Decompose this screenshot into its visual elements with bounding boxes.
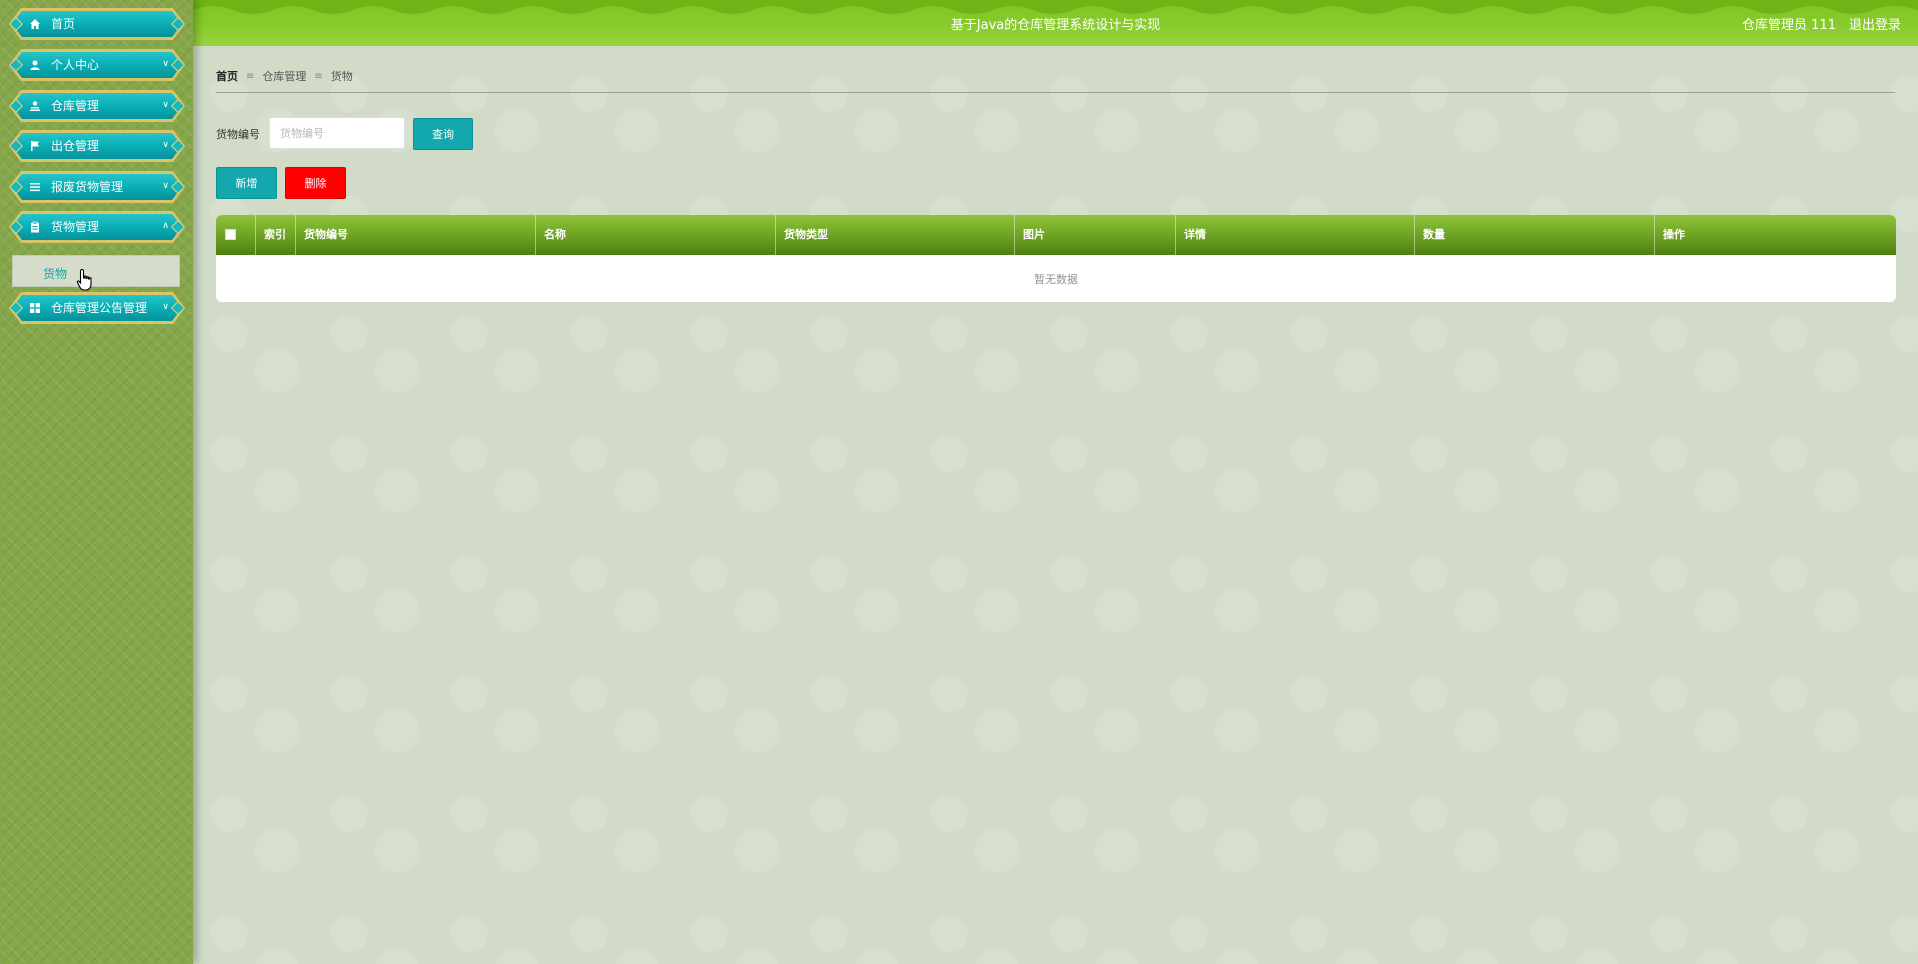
breadcrumb-separator-icon: ≡ [314, 70, 323, 82]
sidebar-item-label: 报废货物管理 [51, 180, 124, 194]
breadcrumb: 首页 ≡ 仓库管理 ≡ 货物 [216, 68, 353, 84]
select-all-header [216, 215, 256, 255]
sidebar-item-home[interactable]: 首页 [8, 8, 186, 40]
delete-button[interactable]: 删除 [285, 167, 346, 199]
goods-number-input[interactable] [269, 117, 405, 149]
submenu-item-goods[interactable]: 货物 [12, 255, 180, 287]
column-header-index: 索引 [256, 215, 296, 255]
breadcrumb-item-home[interactable]: 首页 [216, 68, 238, 84]
sidebar-item-label: 仓库管理 [51, 99, 100, 113]
search-label: 货物编号 [216, 128, 260, 141]
chevron-down-icon: ∨ [162, 59, 169, 69]
chevron-down-icon: ∨ [162, 302, 169, 312]
chevron-down-icon: ∨ [162, 140, 169, 150]
sidebar-item-label: 首页 [51, 17, 76, 31]
query-button[interactable]: 查询 [413, 118, 473, 150]
app-title: 基于Java的仓库管理系统设计与实现 [950, 18, 1161, 33]
sidebar-item-scrapped[interactable]: 报废货物管理 ∨ [8, 171, 186, 203]
breadcrumb-item-goods: 货物 [330, 70, 353, 83]
sidebar-item-label: 出仓管理 [51, 139, 100, 153]
flag-icon [29, 140, 41, 152]
home-icon [29, 18, 41, 30]
breadcrumb-item-warehouse: 仓库管理 [262, 70, 307, 83]
goods-table: 索引 货物编号 名称 货物类型 图片 详情 数量 操作 暂无数据 [216, 215, 1896, 302]
main-content: 首页 ≡ 仓库管理 ≡ 货物 货物编号 查询 新增 删除 索引 货物编号 名称 … [193, 46, 1918, 964]
select-all-checkbox[interactable] [225, 229, 236, 240]
logout-link[interactable]: 退出登录 [1849, 14, 1901, 33]
sidebar-item-label: 货物管理 [51, 220, 100, 234]
column-header-name: 名称 [536, 215, 776, 255]
sidebar-item-label: 仓库管理公告管理 [51, 301, 148, 315]
table-header: 索引 货物编号 名称 货物类型 图片 详情 数量 操作 [216, 215, 1896, 255]
column-header-goods-number: 货物编号 [296, 215, 536, 255]
sidebar-item-outbound[interactable]: 出仓管理 ∨ [8, 130, 186, 162]
clipboard-icon [29, 221, 41, 233]
empty-state-text: 暂无数据 [1034, 273, 1078, 286]
warehouse-icon [29, 100, 41, 112]
chevron-down-icon: ∨ [162, 181, 169, 191]
breadcrumb-separator-icon: ≡ [246, 70, 255, 82]
grid-icon [29, 302, 41, 314]
current-user: 仓库管理员 111 [1742, 18, 1836, 33]
breadcrumb-divider [216, 92, 1895, 93]
column-header-details: 详情 [1176, 215, 1415, 255]
add-button[interactable]: 新增 [216, 167, 277, 199]
submenu-item-label: 货物 [43, 267, 68, 281]
list-icon [29, 181, 41, 193]
column-header-goods-type: 货物类型 [776, 215, 1015, 255]
sidebar: 首页 个人中心 ∨ 仓库管理 ∨ 出仓管理 ∨ 报废货物管理 ∨ 货物管理 ∧ … [0, 0, 193, 964]
chevron-down-icon: ∨ [162, 100, 169, 110]
user-icon [29, 59, 41, 71]
sidebar-item-label: 个人中心 [51, 58, 100, 72]
hand-cursor-icon [76, 268, 92, 291]
sidebar-item-announcement[interactable]: 仓库管理公告管理 ∨ [8, 292, 186, 324]
column-header-actions: 操作 [1663, 228, 1685, 241]
sidebar-item-personal[interactable]: 个人中心 ∨ [8, 49, 186, 81]
column-header-quantity: 数量 [1415, 215, 1655, 255]
sidebar-item-goods[interactable]: 货物管理 ∧ [8, 211, 186, 243]
chevron-up-icon: ∧ [162, 221, 169, 231]
column-header-image: 图片 [1015, 215, 1176, 255]
sidebar-item-warehouse[interactable]: 仓库管理 ∨ [8, 90, 186, 122]
top-bar: 基于Java的仓库管理系统设计与实现 仓库管理员 111 退出登录 [193, 0, 1918, 46]
